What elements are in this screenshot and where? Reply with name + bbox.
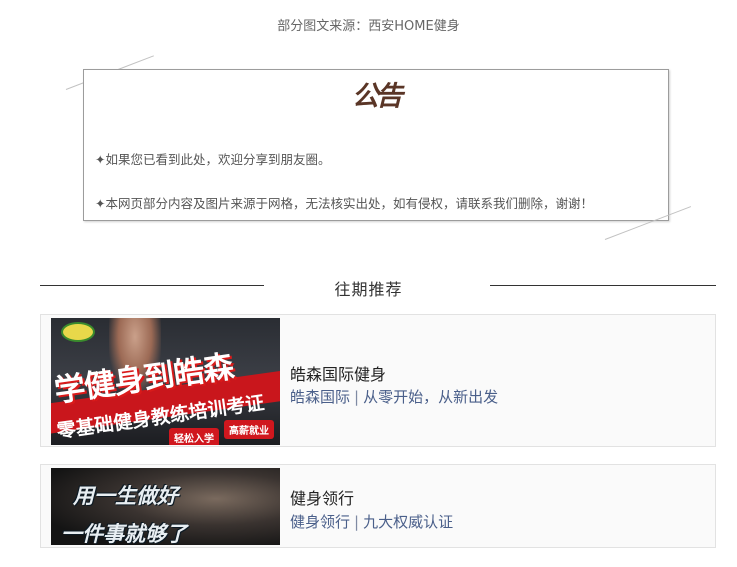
subtitle-right: 从零开始，从新出发 — [363, 388, 499, 406]
subtitle-separator: | — [354, 388, 360, 406]
notice-title: 公告 — [352, 81, 403, 112]
thumbnail-tag-left: 轻松入学 — [169, 428, 219, 445]
thumbnail-line-1: 用一生做好 — [73, 484, 178, 508]
subtitle-left: 健身领行 — [290, 513, 351, 531]
notice-line-share: ✦如果您已看到此处，欢迎分享到朋友圈。 — [95, 152, 331, 167]
thumbnail-tag-right: 高薪就业 — [224, 420, 274, 439]
page: 部分图文来源：西安HOME健身 公告 ✦如果您已看到此处，欢迎分享到朋友圈。 ✦… — [0, 0, 737, 567]
article-title[interactable]: 皓森国际健身 — [290, 361, 386, 385]
article-subtitle: 健身领行 | 九大权威认证 — [290, 511, 453, 532]
section-title: 往期推荐 — [334, 280, 403, 299]
thumbnail-line-2: 一件事就够了 — [61, 522, 187, 545]
article-card[interactable]: 用一生做好 一件事就够了 健身领行 健身领行 | 九大权威认证 — [40, 464, 716, 548]
article-thumbnail[interactable]: 用一生做好 一件事就够了 — [51, 468, 280, 545]
subtitle-separator: | — [354, 513, 360, 531]
section-rule-right — [490, 285, 716, 286]
notice-line-copyright: ✦本网页部分内容及图片来源于网格，无法核实出处，如有侵权，请联系我们删除，谢谢！ — [95, 196, 593, 211]
subtitle-right: 九大权威认证 — [363, 513, 454, 531]
article-thumbnail[interactable]: 学健身到皓森 零基础健身教练培训考证 轻松入学 高薪就业 — [51, 318, 280, 445]
article-subtitle: 皓森国际 | 从零开始，从新出发 — [290, 386, 498, 407]
article-card[interactable]: 学健身到皓森 零基础健身教练培训考证 轻松入学 高薪就业 皓森国际健身 皓森国际… — [40, 314, 716, 447]
source-credit: 部分图文来源：西安HOME健身 — [277, 19, 460, 34]
brand-logo — [61, 322, 95, 342]
subtitle-left: 皓森国际 — [290, 388, 351, 406]
notice-box: 公告 ✦如果您已看到此处，欢迎分享到朋友圈。 ✦本网页部分内容及图片来源于网格，… — [83, 69, 669, 221]
article-title[interactable]: 健身领行 — [290, 485, 354, 509]
